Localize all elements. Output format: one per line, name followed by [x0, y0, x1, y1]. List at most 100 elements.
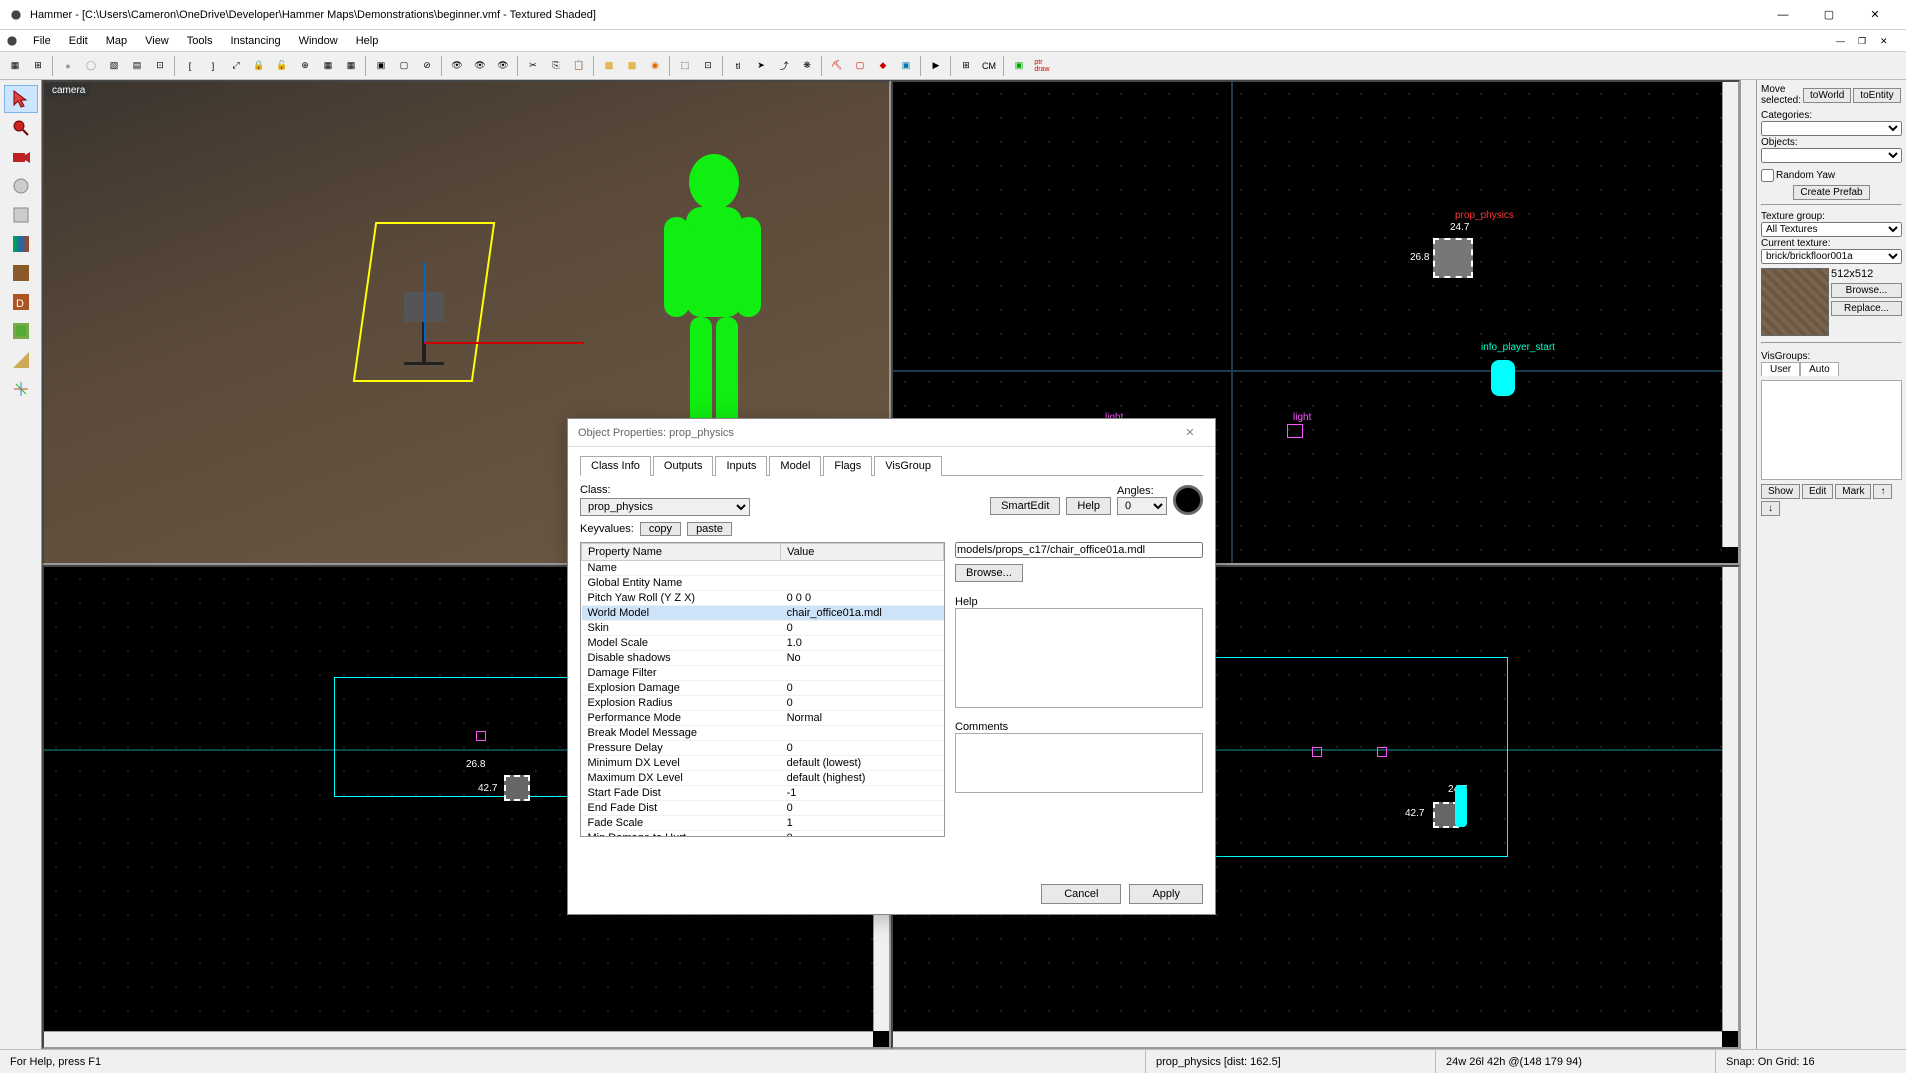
dialog-titlebar[interactable]: Object Properties: prop_physics ✕	[568, 419, 1215, 447]
camera-tool[interactable]	[4, 143, 38, 171]
menu-instancing[interactable]: Instancing	[221, 33, 289, 49]
mdi-close-button[interactable]: ✕	[1880, 32, 1902, 50]
copy-button[interactable]: copy	[640, 522, 681, 536]
help-textarea[interactable]	[955, 608, 1203, 708]
tab-visgroup[interactable]: VisGroup	[874, 456, 942, 476]
tab-outputs[interactable]: Outputs	[653, 456, 714, 476]
texture-browse-button[interactable]: Browse...	[1831, 283, 1902, 298]
kv-row[interactable]: Fade Scale1	[582, 816, 944, 831]
kv-row[interactable]: Damage Filter	[582, 666, 944, 681]
selection-tool[interactable]	[4, 85, 38, 113]
show-3d-grid-icon[interactable]: ▦	[340, 55, 362, 77]
vertex-manipulation-tool[interactable]	[4, 375, 38, 403]
class-dropdown[interactable]: prop_physics	[580, 498, 750, 516]
show-collision-icon[interactable]: ⊞	[955, 55, 977, 77]
scrollbar-h[interactable]	[893, 1031, 1722, 1047]
group-icon[interactable]: ▣	[370, 55, 392, 77]
scrollbar-v[interactable]	[1722, 82, 1738, 547]
kv-row[interactable]: Minimum DX Leveldefault (lowest)	[582, 756, 944, 771]
menu-file[interactable]: File	[24, 33, 60, 49]
menu-tools[interactable]: Tools	[178, 33, 222, 49]
menu-window[interactable]: Window	[290, 33, 347, 49]
overlay-tool[interactable]	[4, 317, 38, 345]
ungroup-icon[interactable]: ▢	[393, 55, 415, 77]
select-by-handles-icon[interactable]: ⬚	[674, 55, 696, 77]
texture-application-tool[interactable]	[4, 230, 38, 258]
kv-row[interactable]: End Fade Dist0	[582, 801, 944, 816]
kv-row[interactable]: Min Damage to Hurt0	[582, 831, 944, 838]
paste-button[interactable]: paste	[687, 522, 732, 536]
menu-view[interactable]: View	[136, 33, 178, 49]
kv-row[interactable]: Global Entity Name	[582, 576, 944, 591]
angles-dropdown[interactable]: 0	[1117, 497, 1167, 515]
mdi-restore-button[interactable]: ❐	[1858, 32, 1880, 50]
scrollbar-h[interactable]	[44, 1031, 873, 1047]
app-menu-icon[interactable]	[4, 33, 20, 49]
keyvalue-table[interactable]: Property Name Value NameGlobal Entity Na…	[580, 542, 945, 837]
kv-row[interactable]: Explosion Damage0	[582, 681, 944, 696]
grid-select-icon[interactable]: ▦	[4, 55, 26, 77]
texture-scale-lock-icon[interactable]: 🔓	[271, 55, 293, 77]
texture-justify-tl-icon[interactable]: tl	[727, 55, 749, 77]
decal-tool[interactable]: D	[4, 288, 38, 316]
entity-tool[interactable]	[4, 172, 38, 200]
to-world-button[interactable]: toWorld	[1803, 88, 1851, 103]
kv-row[interactable]: Disable shadowsNo	[582, 651, 944, 666]
to-entity-button[interactable]: toEntity	[1853, 88, 1900, 103]
texture-preview[interactable]	[1761, 268, 1829, 336]
wire-flat-icon[interactable]: ▤	[126, 55, 148, 77]
load-window-state-icon[interactable]: ⤢	[225, 55, 247, 77]
grid-handles-icon[interactable]: ⊞	[27, 55, 49, 77]
mdi-minimize-button[interactable]: —	[1836, 32, 1858, 50]
tab-model[interactable]: Model	[769, 456, 821, 476]
vg-mark-button[interactable]: Mark	[1835, 484, 1871, 499]
cut-icon[interactable]: ✂	[522, 55, 544, 77]
hide-selected-icon[interactable]: 👁	[446, 55, 468, 77]
helper-icon[interactable]: ⤴	[773, 55, 795, 77]
show-grid-cm-icon[interactable]: CM	[978, 55, 1000, 77]
minimize-button[interactable]: —	[1760, 0, 1806, 30]
vg-show-button[interactable]: Show	[1761, 484, 1800, 499]
kv-row[interactable]: Break Model Message	[582, 726, 944, 741]
angle-compass[interactable]	[1173, 485, 1203, 515]
random-yaw-checkbox[interactable]	[1761, 169, 1774, 182]
kv-row[interactable]: Maximum DX Leveldefault (highest)	[582, 771, 944, 786]
vg-up-button[interactable]: ↑	[1873, 484, 1892, 499]
apply-current-texture-tool[interactable]	[4, 259, 38, 287]
radius-culling-icon[interactable]: ◉	[644, 55, 666, 77]
sphere-icon[interactable]: ●	[57, 55, 79, 77]
carve-icon[interactable]: ⛏	[826, 55, 848, 77]
maximize-button[interactable]: ▢	[1806, 0, 1852, 30]
texture-group-dropdown[interactable]: All Textures	[1761, 222, 1902, 237]
vg-edit-button[interactable]: Edit	[1802, 484, 1833, 499]
model-browse-button[interactable]: Browse...	[955, 564, 1023, 582]
smaller-grid-icon[interactable]: [	[179, 55, 201, 77]
vertex-tool-icon[interactable]: ◆	[872, 55, 894, 77]
sprinkle-icon[interactable]: ❋	[796, 55, 818, 77]
menu-map[interactable]: Map	[97, 33, 136, 49]
create-prefab-button[interactable]: Create Prefab	[1793, 185, 1869, 200]
close-button[interactable]: ✕	[1852, 0, 1898, 30]
outer-scrollbar-v[interactable]	[1740, 80, 1756, 1049]
kv-row[interactable]: World Modelchair_office01a.mdl	[582, 606, 944, 621]
kv-row[interactable]: Start Fade Dist-1	[582, 786, 944, 801]
help-icon[interactable]: ➤	[750, 55, 772, 77]
show-grid-2d-icon[interactable]: ▦	[317, 55, 339, 77]
current-texture-dropdown[interactable]: brick/brickfloor001a	[1761, 249, 1902, 264]
edit-cordon-icon[interactable]: ▩	[621, 55, 643, 77]
snap-xy-icon[interactable]: ⊡	[149, 55, 171, 77]
magnify-tool[interactable]	[4, 114, 38, 142]
hide-unselected-icon[interactable]: 👁	[469, 55, 491, 77]
categories-dropdown[interactable]	[1761, 121, 1902, 136]
scrollbar-v[interactable]	[1722, 567, 1738, 1032]
ignore-groups-icon[interactable]: ⊘	[416, 55, 438, 77]
pointfile-icon[interactable]: ptrdraw	[1031, 55, 1053, 77]
hollow-icon[interactable]: ▢	[849, 55, 871, 77]
tab-flags[interactable]: Flags	[823, 456, 872, 476]
texture-replace-button[interactable]: Replace...	[1831, 301, 1902, 316]
paste-icon[interactable]: 📋	[568, 55, 590, 77]
col-value[interactable]: Value	[781, 544, 944, 561]
vg-down-button[interactable]: ↓	[1761, 501, 1780, 516]
model-browser-icon[interactable]: ▣	[1008, 55, 1030, 77]
cancel-button[interactable]: Cancel	[1041, 884, 1121, 904]
